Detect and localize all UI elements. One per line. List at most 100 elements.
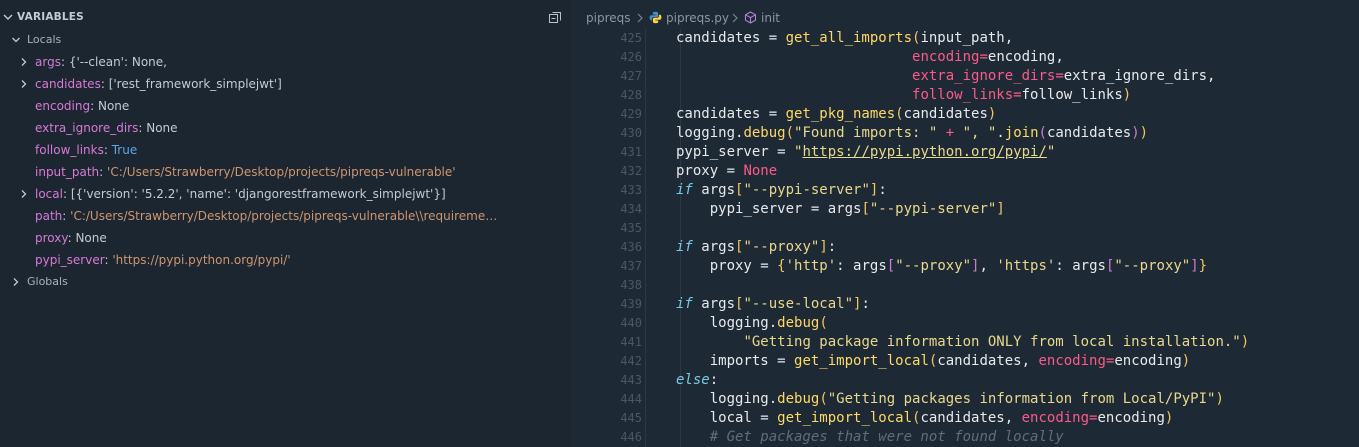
code-token: if: [676, 239, 702, 255]
code-line[interactable]: encoding=encoding,: [676, 48, 1064, 67]
code-token: encoding: [912, 49, 980, 65]
code-token: debug: [743, 125, 786, 141]
code-line[interactable]: else:: [676, 371, 718, 390]
code-token: =: [726, 163, 744, 179]
cube-icon: [744, 11, 757, 24]
code-token: "--proxy": [1114, 258, 1191, 274]
code-token: ]: [819, 239, 828, 255]
variable-row-extra-ignore-dirs[interactable]: extra_ignore_dirs: None: [0, 117, 571, 139]
scope-globals-label: Globals: [27, 275, 68, 288]
line-number: 429: [620, 107, 642, 121]
code-token: =: [768, 30, 786, 46]
variable-row-pypi-server[interactable]: pypi_server: 'https://pypi.python.org/py…: [0, 249, 571, 271]
chevron-down-icon[interactable]: [2, 11, 14, 23]
line-number: 427: [620, 69, 642, 83]
code-token: encoding: [1114, 353, 1182, 369]
code-line[interactable]: imports = get_import_local(candidates, e…: [676, 352, 1191, 371]
code-line[interactable]: if args["--pypi-server"]:: [676, 181, 887, 200]
code-line[interactable]: proxy = None: [676, 162, 777, 181]
chevron-right-icon[interactable]: [10, 276, 22, 288]
code-token: ,: [979, 258, 997, 274]
breadcrumb: pipreqs pipreqs.py init: [571, 0, 1359, 30]
code-token: get_all_imports: [785, 30, 913, 46]
breadcrumb-symbol[interactable]: init: [761, 11, 780, 25]
code-token: candidates: [676, 30, 769, 46]
code-token: None: [743, 163, 778, 179]
variable-separator: :: [60, 55, 69, 69]
code-token: =: [777, 144, 795, 160]
code-line[interactable]: pypi_server = args["--pypi-server"]: [676, 200, 1005, 219]
collapse-all-icon[interactable]: [548, 11, 562, 25]
code-token: :: [861, 296, 870, 312]
code-token: https://pypi.python.org/pypi/: [802, 144, 1047, 160]
code-line[interactable]: proxy = {'http': args["--proxy"], 'https…: [676, 257, 1207, 276]
breadcrumb-file[interactable]: pipreqs.py: [666, 11, 729, 25]
code-line[interactable]: # Get packages that were not found local…: [676, 428, 1064, 447]
code-token: proxy: [676, 258, 761, 274]
chevron-down-icon[interactable]: [10, 34, 22, 46]
variable-row-proxy[interactable]: proxy: None: [0, 227, 571, 249]
code-token: get_import_local: [794, 353, 929, 369]
variable-row-encoding[interactable]: encoding: None: [0, 95, 571, 117]
variable-row-local[interactable]: local: [{'version': '5.2.2', 'name': 'dj…: [0, 183, 571, 205]
code-token: {: [777, 258, 786, 274]
code-token: =: [768, 106, 786, 122]
code-line[interactable]: logging.debug("Getting packages informat…: [676, 390, 1224, 409]
code-token: logging.: [676, 315, 778, 331]
variable-row-path[interactable]: path: 'C:/Users/Strawberry/Desktop/proje…: [0, 205, 571, 227]
scope-locals[interactable]: Locals: [0, 29, 571, 51]
variable-value: [{'version': '5.2.2', 'name': 'djangores…: [70, 187, 446, 201]
code-token: =: [1013, 87, 1022, 103]
code-line[interactable]: logging.debug("Found imports: " + ", ".j…: [676, 124, 1148, 143]
code-token: }: [1198, 258, 1208, 274]
code-line[interactable]: if args["--proxy"]:: [676, 238, 836, 257]
code-line[interactable]: if args["--use-local"]:: [676, 295, 870, 314]
variable-row-follow-links[interactable]: follow_links: True: [0, 139, 571, 161]
code-token: : args: [1055, 258, 1106, 274]
code-line[interactable]: candidates = get_all_imports(input_path,: [676, 29, 1013, 48]
code-token: ): [987, 106, 997, 122]
code-line[interactable]: local = get_import_local(candidates, enc…: [676, 409, 1174, 428]
code-line[interactable]: logging.debug(: [676, 314, 828, 333]
line-number: 433: [620, 183, 642, 197]
variable-name: local: [35, 187, 63, 201]
code-editor[interactable]: pipreqs pipreqs.py init 425 candidates = …: [571, 0, 1359, 447]
variables-header[interactable]: VARIABLES: [0, 8, 571, 28]
variables-panel: VARIABLES Locals args: {'--clean': None,…: [0, 0, 571, 447]
chevron-right-icon[interactable]: [18, 78, 30, 90]
breadcrumb-folder[interactable]: pipreqs: [586, 11, 631, 25]
code-token: :: [709, 372, 719, 388]
variable-row-candidates[interactable]: candidates: ['rest_framework_simplejwt']: [0, 73, 571, 95]
code-line[interactable]: pypi_server = "https://pypi.python.org/p…: [676, 143, 1055, 162]
code-token: ): [1215, 391, 1224, 407]
code-token: ): [1240, 334, 1250, 350]
chevron-right-icon: [732, 13, 738, 23]
code-line[interactable]: extra_ignore_dirs=extra_ignore_dirs,: [676, 67, 1215, 86]
code-token: (: [1038, 125, 1047, 141]
code-token: else: [676, 372, 710, 388]
code-line[interactable]: follow_links=follow_links): [676, 86, 1131, 105]
code-token: "Getting packages information from Local…: [827, 391, 1216, 407]
code-token: get_import_local: [777, 410, 913, 426]
variable-row-args[interactable]: args: {'--clean': None,: [0, 51, 571, 73]
code-token: extra_ignore_dirs: [912, 68, 1056, 84]
line-number: 441: [620, 335, 642, 349]
scope-globals[interactable]: Globals: [0, 271, 571, 293]
line-number: 435: [620, 221, 642, 235]
chevron-right-icon[interactable]: [18, 188, 30, 200]
code-line[interactable]: "Getting package information ONLY from l…: [676, 333, 1249, 352]
python-icon: [649, 11, 662, 24]
line-number: 443: [620, 373, 642, 387]
variables-title: VARIABLES: [17, 11, 84, 23]
variable-name: pypi_server: [35, 253, 105, 267]
line-number: 434: [620, 202, 642, 216]
variable-name: encoding: [35, 99, 91, 113]
variable-value: None: [97, 99, 130, 113]
code-line[interactable]: candidates = get_pkg_names(candidates): [676, 105, 996, 124]
line-number: 431: [620, 145, 642, 159]
variable-row-input-path[interactable]: input_path: 'C:/Users/Strawberry/Desktop…: [0, 161, 571, 183]
chevron-right-icon[interactable]: [18, 56, 30, 68]
variable-name: path: [35, 209, 63, 223]
code-token: candidates,: [937, 353, 1039, 369]
